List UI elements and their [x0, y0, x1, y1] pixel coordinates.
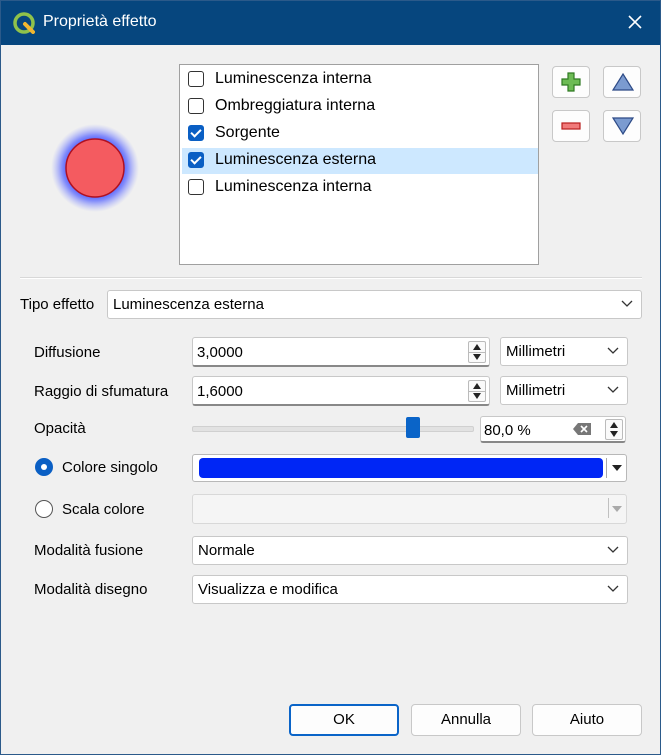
effect-preview: [51, 124, 139, 212]
effect-label: Luminescenza interna: [215, 70, 372, 87]
minus-icon: [561, 122, 581, 130]
plus-icon: [561, 72, 581, 92]
title-bar: Proprietà effetto: [1, 1, 660, 45]
effect-label: Sorgente: [215, 124, 280, 141]
effect-type-label: Tipo effetto: [20, 296, 95, 313]
arrow-up-icon: [611, 72, 635, 91]
add-effect-button[interactable]: [552, 66, 590, 98]
effect-item-inner-shadow[interactable]: Ombreggiatura interna: [182, 94, 538, 120]
effect-checkbox[interactable]: [188, 152, 204, 168]
close-icon[interactable]: [624, 11, 646, 33]
move-up-button[interactable]: [603, 66, 641, 98]
draw-mode-value: Visualizza e modifica: [198, 581, 338, 598]
color-picker-button[interactable]: [192, 454, 627, 482]
color-ramp-button: [192, 494, 627, 524]
clear-icon[interactable]: [572, 422, 592, 436]
draw-mode-combo[interactable]: Visualizza e modifica: [192, 575, 628, 604]
effect-label: Luminescenza interna: [215, 178, 372, 195]
effect-label: Luminescenza esterna: [215, 151, 376, 168]
separator: [20, 277, 642, 279]
help-button[interactable]: Aiuto: [532, 704, 642, 736]
diffusion-unit-value: Millimetri: [506, 343, 566, 360]
diffusion-stepper[interactable]: [468, 341, 486, 363]
blend-mode-combo[interactable]: Normale: [192, 536, 628, 565]
effect-type-value: Luminescenza esterna: [113, 296, 264, 313]
opacity-slider[interactable]: [192, 426, 474, 432]
divider: [608, 498, 609, 518]
remove-effect-button[interactable]: [552, 110, 590, 142]
diffusion-value: 3,0000: [197, 344, 243, 361]
diffusion-unit-combo[interactable]: Millimetri: [500, 337, 628, 366]
effect-checkbox[interactable]: [188, 179, 204, 195]
opacity-slider-handle[interactable]: [406, 417, 421, 438]
draw-mode-label: Modalità disegno: [34, 581, 148, 598]
blend-mode-value: Normale: [198, 542, 255, 559]
window-title: Proprietà effetto: [43, 13, 157, 30]
blur-radius-unit-combo[interactable]: Millimetri: [500, 376, 628, 405]
effect-item-inner-glow[interactable]: Luminescenza interna: [182, 67, 538, 93]
blend-mode-label: Modalità fusione: [34, 542, 144, 559]
effect-checkbox[interactable]: [188, 125, 204, 141]
effect-label: Ombreggiatura interna: [215, 97, 376, 114]
divider: [606, 458, 607, 478]
blur-radius-value: 1,6000: [197, 383, 243, 400]
color-ramp-radio[interactable]: [35, 500, 53, 518]
arrow-down-icon: [611, 117, 635, 136]
dropdown-arrow-icon[interactable]: [612, 465, 622, 471]
opacity-value: 80,0 %: [484, 422, 531, 439]
color-ramp-label: Scala colore: [62, 501, 145, 518]
effect-properties-dialog: Proprietà effetto Luminescenza interna O…: [0, 0, 661, 755]
single-color-label: Colore singolo: [62, 459, 158, 476]
effect-checkbox[interactable]: [188, 98, 204, 114]
chevron-down-icon: [607, 585, 619, 592]
diffusion-spinbox[interactable]: 3,0000: [192, 337, 490, 367]
effect-item-source[interactable]: Sorgente: [182, 121, 538, 147]
opacity-stepper[interactable]: [605, 419, 623, 440]
opacity-spinbox[interactable]: 80,0 %: [480, 416, 626, 443]
blur-radius-stepper[interactable]: [468, 380, 486, 402]
qgis-logo-icon: [13, 12, 35, 34]
effect-item-outer-glow[interactable]: Luminescenza esterna: [182, 148, 538, 174]
move-down-button[interactable]: [603, 110, 641, 142]
effects-list[interactable]: Luminescenza interna Ombreggiatura inter…: [179, 64, 539, 265]
chevron-down-icon: [607, 386, 619, 393]
dropdown-arrow-icon: [612, 506, 622, 512]
chevron-down-icon: [607, 347, 619, 354]
chevron-down-icon: [621, 300, 633, 307]
single-color-radio[interactable]: [35, 458, 53, 476]
effect-type-combo[interactable]: Luminescenza esterna: [107, 290, 642, 319]
chevron-down-icon: [607, 546, 619, 553]
effect-checkbox[interactable]: [188, 71, 204, 87]
blur-radius-unit-value: Millimetri: [506, 382, 566, 399]
opacity-label: Opacità: [34, 420, 86, 437]
color-swatch: [199, 458, 603, 478]
blur-radius-spinbox[interactable]: 1,6000: [192, 376, 490, 406]
diffusion-label: Diffusione: [34, 344, 101, 361]
effect-item-inner-glow-2[interactable]: Luminescenza interna: [182, 175, 538, 201]
blur-radius-label: Raggio di sfumatura: [34, 383, 169, 400]
ok-button[interactable]: OK: [289, 704, 399, 736]
cancel-button[interactable]: Annulla: [411, 704, 521, 736]
